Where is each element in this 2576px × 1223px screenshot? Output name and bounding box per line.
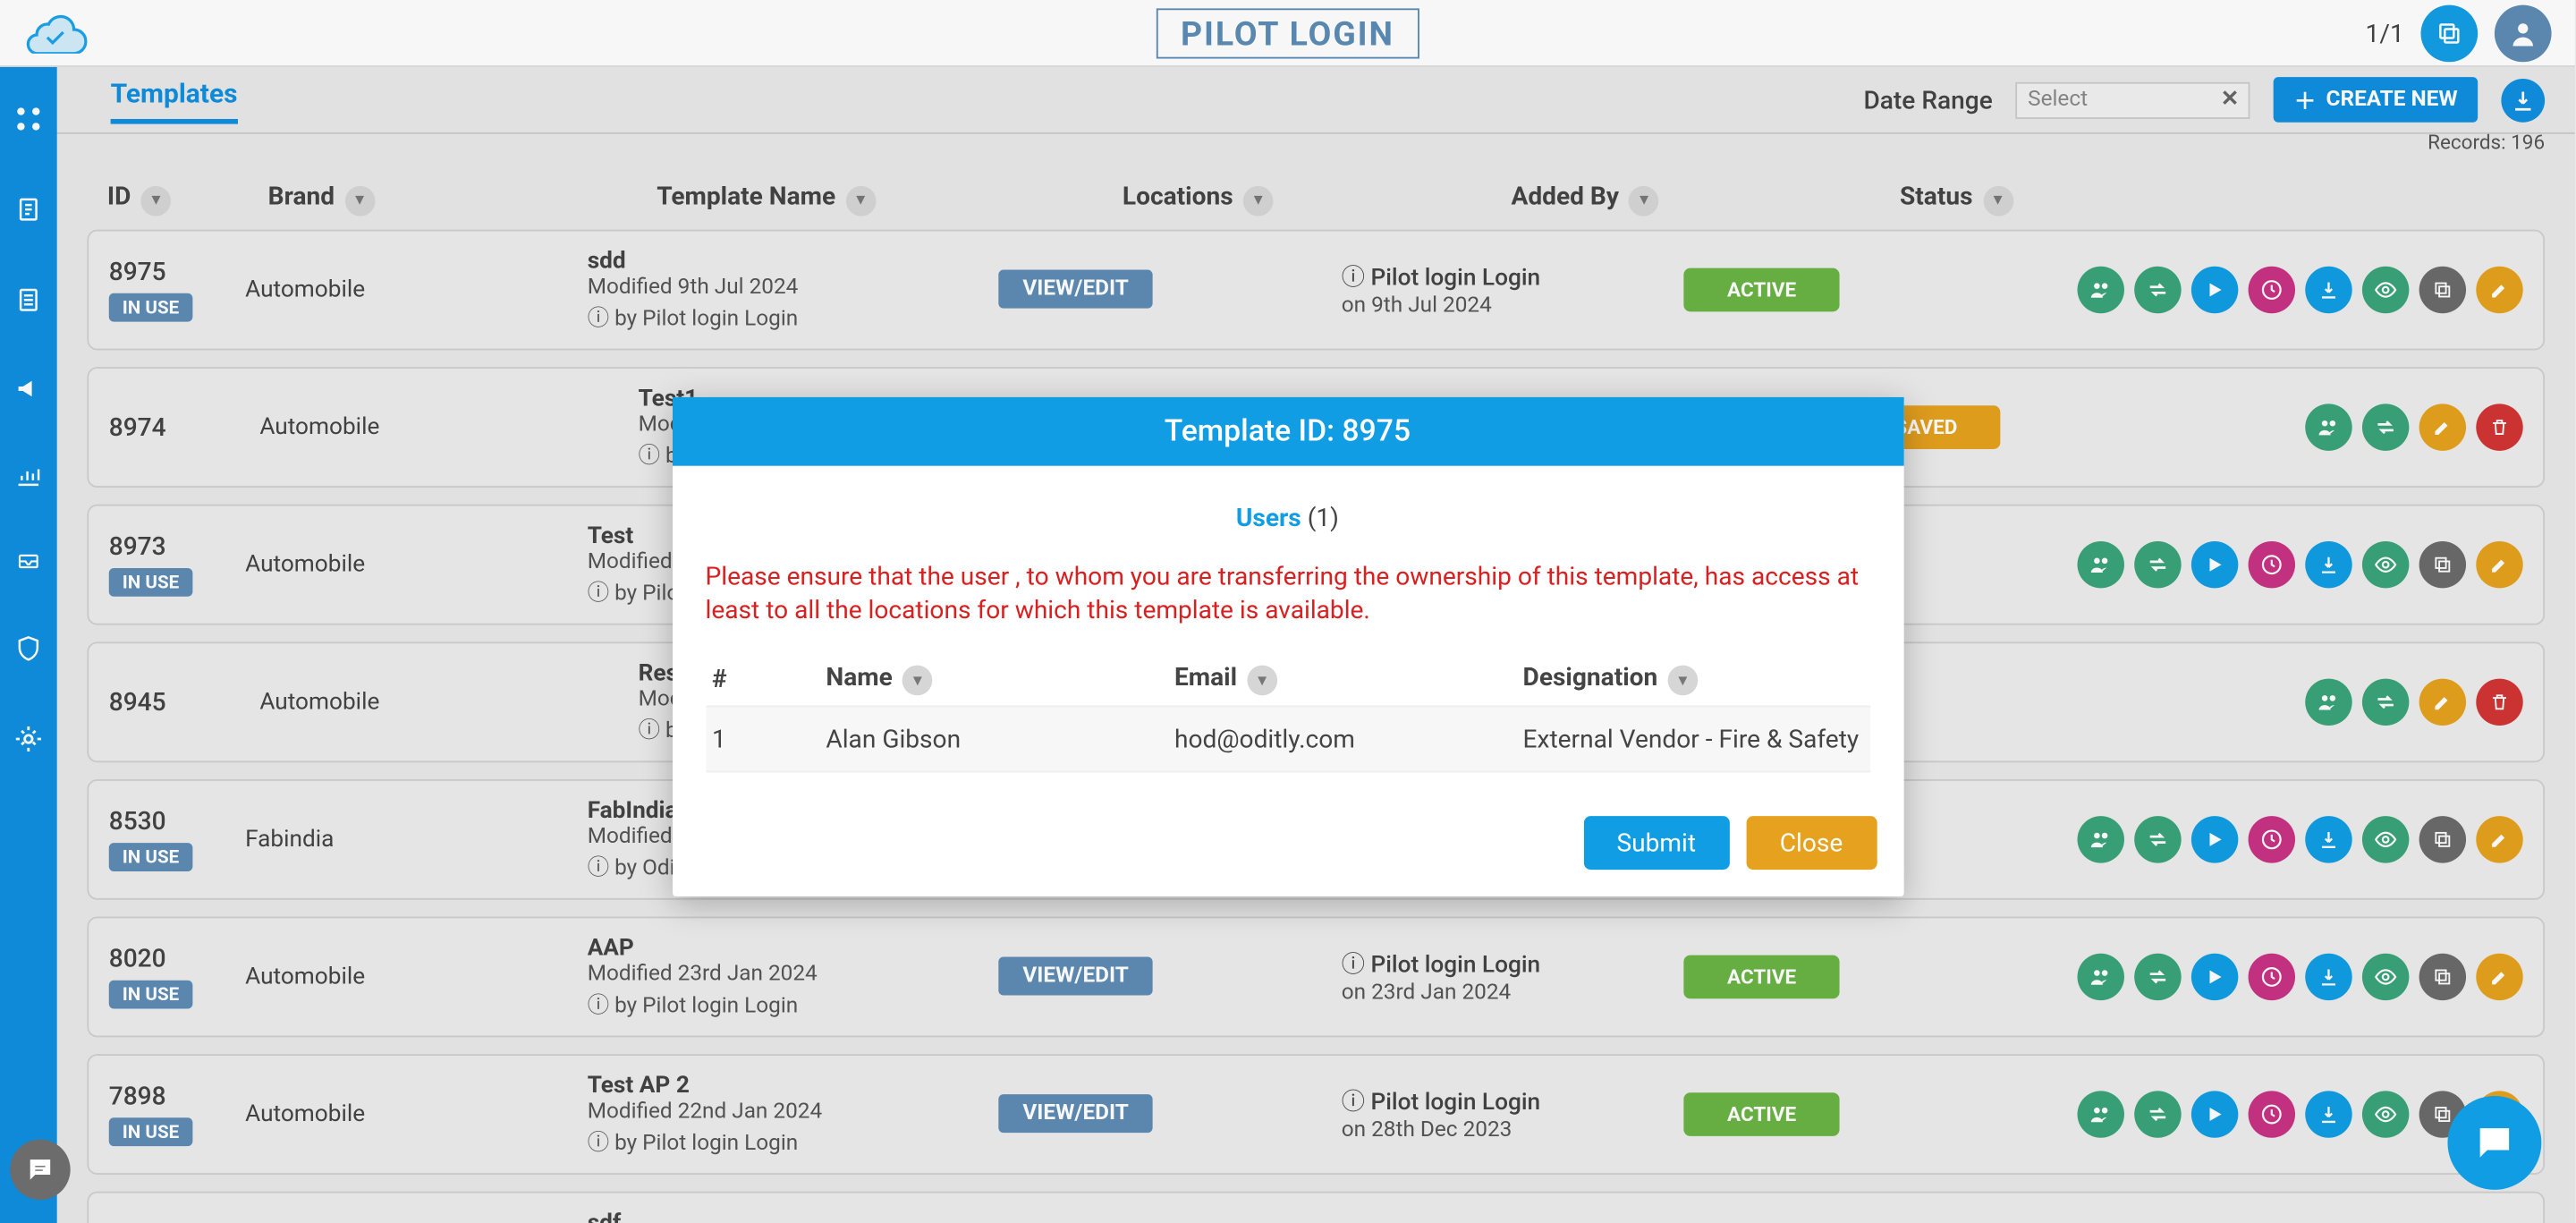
chat-right-icon[interactable] [2447,1096,2541,1190]
modal-col-index: # [712,663,826,693]
modal-row-name: Alan Gibson [826,724,1174,754]
modal-users-count: (1) [1308,503,1339,533]
sort-icon[interactable]: ▼ [902,666,933,696]
modal-row-email: hod@oditly.com [1174,724,1523,754]
modal-row-index: 1 [712,724,826,754]
modal-row-designation: External Vendor - Fire & Safety [1523,724,1863,754]
modal-warning-text: Please ensure that the user , to whom yo… [706,560,1870,628]
modal-col-name[interactable]: Name [826,661,892,692]
sort-icon[interactable]: ▼ [1247,666,1277,696]
modal-col-designation[interactable]: Designation [1523,661,1658,692]
modal-col-email[interactable]: Email [1174,661,1237,692]
modal-users-tab[interactable]: Users [1236,503,1301,533]
modal-user-row[interactable]: 1 Alan Gibson hod@oditly.com External Ve… [706,706,1870,773]
chat-left-icon[interactable] [10,1140,70,1200]
modal-title: Template ID: 8975 [672,397,1903,466]
modal-table-header: # Name ▼ Email ▼ Designation ▼ [706,651,1870,706]
sort-icon[interactable]: ▼ [1667,666,1698,696]
close-button[interactable]: Close [1746,816,1876,870]
submit-button[interactable]: Submit [1583,816,1730,870]
transfer-ownership-modal: Template ID: 8975 Users (1) Please ensur… [672,397,1903,896]
